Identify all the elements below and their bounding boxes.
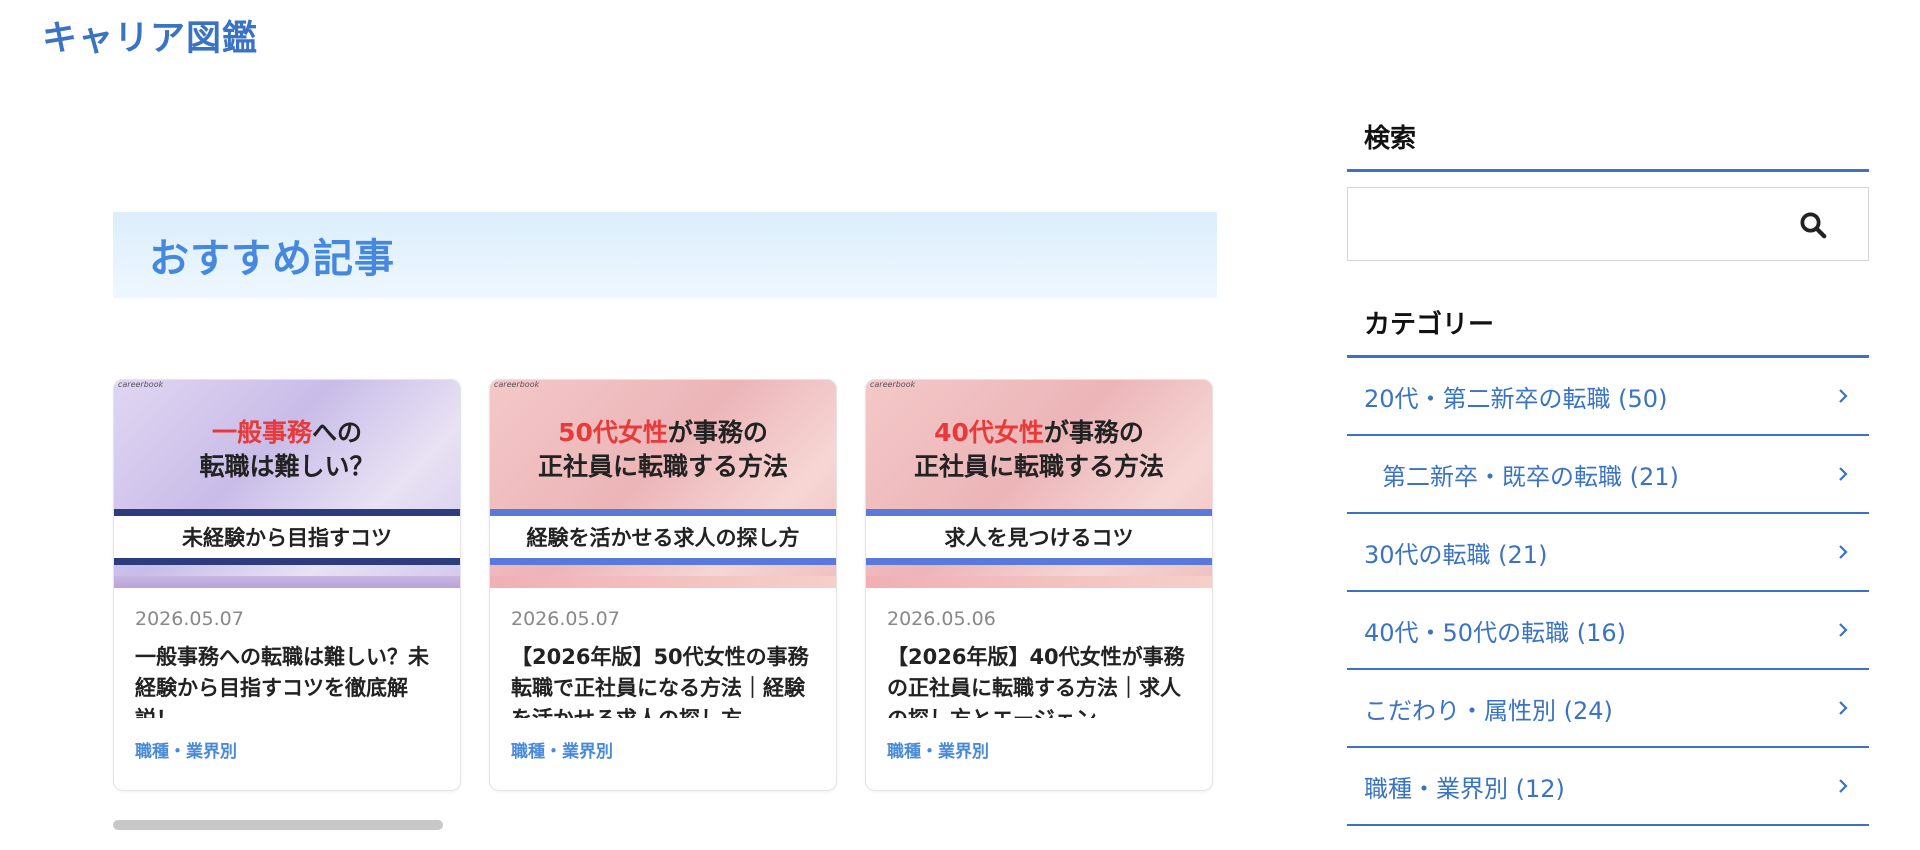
article-thumbnail[interactable]: careerbook 50代女性が事務の 正社員に転職する方法 経験を活かせる求… [490, 380, 836, 588]
category-item[interactable]: 40代・50代の転職 (16) [1347, 592, 1869, 670]
search-input[interactable] [1348, 188, 1868, 260]
category-item[interactable]: 第二新卒・既卒の転職 (21) [1347, 436, 1869, 514]
category-item[interactable]: 20代・第二新卒の転職 (50) [1347, 358, 1869, 436]
category-label: 30代の転職 (21) [1364, 540, 1548, 569]
thumbnail-headline: 一般事務への 転職は難しい？ [114, 416, 460, 484]
article-card[interactable]: careerbook 一般事務への 転職は難しい？ 未経験から目指すコツ 202… [113, 379, 461, 791]
thumbnail-headline-highlight: 50代女性 [558, 418, 668, 447]
category-item[interactable]: 職種・業界別 (12) [1347, 748, 1869, 826]
thumbnail-headline-highlight: 40代女性 [934, 418, 1044, 447]
article-card-body: 2026.05.07 【2026年版】50代女性の事務転職で正社員になる方法｜経… [490, 588, 836, 762]
thumbnail-brand: careerbook [494, 380, 540, 389]
article-date: 2026.05.06 [887, 608, 996, 630]
thumbnail-stripe [866, 576, 1212, 588]
thumbnail-headline-rest: が事務の [667, 418, 768, 447]
thumbnail-headline-highlight: 一般事務 [211, 418, 312, 447]
article-title[interactable]: 一般事務への転職は難しい？未経験から目指すコツを徹底解説！ [135, 642, 440, 718]
chevron-right-icon [1839, 623, 1848, 637]
thumbnail-brand: careerbook [870, 380, 916, 389]
article-thumbnail[interactable]: careerbook 一般事務への 転職は難しい？ 未経験から目指すコツ [114, 380, 460, 588]
category-label: 職種・業界別 (12) [1364, 774, 1565, 803]
article-date: 2026.05.07 [511, 608, 620, 630]
article-category[interactable]: 職種・業界別 [511, 737, 816, 762]
search-form [1347, 187, 1869, 261]
featured-section-header: おすすめ記事 [113, 212, 1217, 298]
article-card-body: 2026.05.07 一般事務への転職は難しい？未経験から目指すコツを徹底解説！… [114, 588, 460, 762]
article-thumbnail[interactable]: careerbook 40代女性が事務の 正社員に転職する方法 求人を見つけるコ… [866, 380, 1212, 588]
search-widget-title: 検索 [1347, 110, 1869, 172]
article-card-body: 2026.05.06 【2026年版】40代女性が事務の正社員に転職する方法｜求… [866, 588, 1212, 762]
chevron-right-icon [1839, 779, 1848, 793]
search-icon[interactable] [1798, 210, 1828, 240]
thumbnail-stripe [490, 576, 836, 588]
main-content: おすすめ記事 careerbook 一般事務への 転職は難しい？ 未経験から目指… [113, 212, 1217, 830]
article-date: 2026.05.07 [135, 608, 244, 630]
article-title[interactable]: 【2026年版】40代女性が事務の正社員に転職する方法｜求人の探し方とエージェン… [887, 642, 1192, 718]
featured-carousel[interactable]: careerbook 一般事務への 転職は難しい？ 未経験から目指すコツ 202… [113, 379, 1213, 791]
site-logo[interactable]: キャリア図鑑 [42, 10, 258, 61]
category-label: こだわり・属性別 (24) [1364, 696, 1613, 725]
article-card[interactable]: careerbook 40代女性が事務の 正社員に転職する方法 求人を見つけるコ… [865, 379, 1213, 791]
category-label: 40代・50代の転職 (16) [1364, 618, 1626, 647]
thumbnail-band: 求人を見つけるコツ [866, 509, 1212, 565]
article-category[interactable]: 職種・業界別 [887, 737, 1192, 762]
thumbnail-headline-line2: 正社員に転職する方法 [537, 452, 788, 481]
featured-section-title: おすすめ記事 [149, 236, 395, 282]
chevron-right-icon [1839, 701, 1848, 715]
thumbnail-headline-line2: 転職は難しい？ [199, 452, 375, 481]
thumbnail-stripe [114, 576, 460, 588]
category-label: 20代・第二新卒の転職 (50) [1364, 384, 1668, 413]
category-label: 第二新卒・既卒の転職 (21) [1382, 462, 1679, 491]
category-widget-title: カテゴリー [1347, 296, 1869, 358]
thumbnail-headline-rest: への [312, 418, 363, 447]
thumbnail-headline-line2: 正社員に転職する方法 [913, 452, 1164, 481]
chevron-right-icon [1839, 545, 1848, 559]
article-card[interactable]: careerbook 50代女性が事務の 正社員に転職する方法 経験を活かせる求… [489, 379, 837, 791]
thumbnail-headline: 50代女性が事務の 正社員に転職する方法 [490, 416, 836, 484]
category-item[interactable]: 30代の転職 (21) [1347, 514, 1869, 592]
thumbnail-band: 経験を活かせる求人の探し方 [490, 509, 836, 565]
sidebar: 検索 カテゴリー 20代・第二新卒の転職 (50) 第二新卒・既卒の転職 (21… [1347, 110, 1869, 826]
article-title[interactable]: 【2026年版】50代女性の事務転職で正社員になる方法｜経験を活かせる求人の探し… [511, 642, 816, 718]
category-list: 20代・第二新卒の転職 (50) 第二新卒・既卒の転職 (21) 30代の転職 … [1347, 358, 1869, 826]
thumbnail-band: 未経験から目指すコツ [114, 509, 460, 565]
thumbnail-headline: 40代女性が事務の 正社員に転職する方法 [866, 416, 1212, 484]
category-item[interactable]: こだわり・属性別 (24) [1347, 670, 1869, 748]
carousel-scrollbar[interactable] [113, 820, 443, 830]
article-category[interactable]: 職種・業界別 [135, 737, 440, 762]
thumbnail-headline-rest: が事務の [1043, 418, 1144, 447]
thumbnail-brand: careerbook [118, 380, 164, 389]
chevron-right-icon [1839, 389, 1848, 403]
chevron-right-icon [1839, 467, 1848, 481]
